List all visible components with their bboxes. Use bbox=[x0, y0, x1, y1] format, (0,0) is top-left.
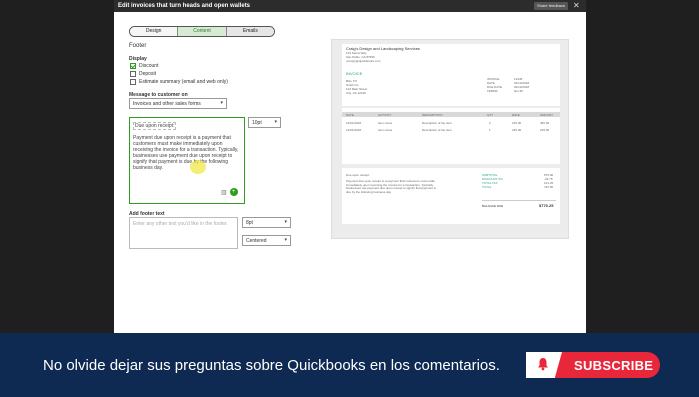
add-icon[interactable]: + bbox=[229, 188, 238, 196]
estimate-summary-checkbox[interactable] bbox=[130, 79, 136, 85]
discount-checkbox[interactable] bbox=[130, 63, 136, 69]
preview-cell: Item name bbox=[378, 128, 393, 132]
message-font-size-select[interactable]: 10pt ▾ bbox=[248, 117, 281, 128]
subscribe-button[interactable]: SUBSCRIBE bbox=[526, 352, 660, 378]
chevron-down-icon: ▾ bbox=[284, 219, 287, 225]
preview-footer-body: Payment due upon receipt is a payment th… bbox=[346, 179, 437, 194]
tab-bar: Design Content Emails bbox=[129, 26, 275, 37]
cursor-highlight bbox=[190, 160, 206, 174]
preview-cell: Description of the item bbox=[422, 128, 452, 132]
footer-font-size-select[interactable]: 8pt ▾ bbox=[242, 217, 291, 228]
preview-col-header: QTY bbox=[487, 113, 494, 117]
preview-cell: 1 bbox=[489, 128, 491, 132]
preview-cell: 225.00 bbox=[540, 128, 550, 132]
preview-meta-value: Net 30 bbox=[514, 89, 523, 93]
deposit-option[interactable]: Deposit bbox=[130, 71, 156, 77]
message-font-size-value: 10pt bbox=[252, 120, 262, 126]
discount-label: Discount bbox=[139, 63, 159, 69]
footer-alignment-select[interactable]: Centered ▾ bbox=[242, 235, 291, 246]
preview-cell: 12/01/2018 bbox=[346, 121, 362, 125]
tab-emails[interactable]: Emails bbox=[226, 27, 274, 36]
preview-footer-sheet bbox=[342, 168, 560, 224]
backdrop-left bbox=[0, 0, 114, 333]
deposit-label: Deposit bbox=[139, 71, 156, 77]
chevron-down-icon: ▾ bbox=[274, 119, 277, 125]
estimate-summary-label: Estimate summary (email and web only) bbox=[139, 79, 228, 85]
backdrop-right bbox=[586, 0, 699, 333]
banner-message: No olvide dejar sus preguntas sobre Quic… bbox=[43, 357, 500, 374]
close-icon[interactable]: ✕ bbox=[573, 1, 580, 10]
preview-header-sheet bbox=[342, 44, 560, 106]
preview-footer-title: Due upon receipt: bbox=[346, 173, 370, 177]
bell-icon bbox=[538, 358, 548, 371]
preview-col-header: AMOUNT bbox=[540, 113, 553, 117]
invoice-preview: Craig's Design and Landscaping Services … bbox=[331, 39, 569, 239]
footer-font-size-value: 8pt bbox=[246, 220, 253, 226]
tab-content[interactable]: Content bbox=[178, 27, 227, 36]
footer-alignment-value: Centered bbox=[246, 238, 267, 244]
preview-cell: 2 bbox=[489, 121, 491, 125]
subscribe-label: SUBSCRIBE bbox=[574, 358, 654, 373]
preview-table-header-bar bbox=[342, 112, 560, 117]
tab-design[interactable]: Design bbox=[130, 27, 179, 36]
message-form-select[interactable]: Invoices and other sales forms ▾ bbox=[129, 98, 227, 109]
preview-cell: Item name bbox=[378, 121, 393, 125]
preview-col-header: DESCRIPTION bbox=[422, 113, 443, 117]
preview-balance-label: BALANCE DUE bbox=[482, 204, 504, 208]
preview-total-value: 742.50 bbox=[544, 185, 554, 189]
message-form-value: Invoices and other sales forms bbox=[133, 101, 201, 107]
preview-col-header: RATE bbox=[512, 113, 520, 117]
screen: Edit invoices that turn heads and open w… bbox=[0, 0, 699, 397]
preview-bill-to-addr2: City, CA 12345 bbox=[346, 91, 366, 95]
preview-cell: 225.00 bbox=[512, 121, 522, 125]
section-title: Footer bbox=[129, 43, 147, 49]
share-feedback-button[interactable]: Share feedback bbox=[534, 2, 568, 10]
preview-company-email: noreply@quickbooks.com bbox=[346, 59, 381, 63]
chevron-down-icon: ▾ bbox=[284, 237, 287, 243]
preview-cell: 12/01/2018 bbox=[346, 128, 362, 132]
preview-col-header: ACTIVITY bbox=[378, 113, 392, 117]
message-title: Due upon receipt: bbox=[133, 122, 177, 130]
preview-meta-label: TERMS bbox=[487, 89, 498, 93]
deposit-checkbox[interactable] bbox=[130, 71, 136, 77]
discount-option[interactable]: Discount bbox=[130, 63, 158, 69]
display-label: Display bbox=[129, 56, 147, 62]
estimate-summary-option[interactable]: Estimate summary (email and web only) bbox=[130, 79, 228, 85]
preview-cell: 450.00 bbox=[540, 121, 550, 125]
preview-balance-value: $776.25 bbox=[539, 203, 554, 208]
preview-divider bbox=[482, 200, 556, 201]
preview-col-header: DATE bbox=[346, 113, 354, 117]
preview-cell: Description of the item bbox=[422, 121, 452, 125]
footer-text-placeholder: Enter any other text you'd like in the f… bbox=[133, 221, 228, 227]
footer-text-input[interactable]: Enter any other text you'd like in the f… bbox=[129, 217, 238, 249]
message-body: Payment due upon receipt is a payment th… bbox=[133, 135, 239, 171]
modal-title: Edit invoices that turn heads and open w… bbox=[114, 0, 586, 12]
trash-icon[interactable]: ▥ bbox=[221, 189, 227, 196]
preview-invoice-word: INVOICE bbox=[346, 71, 363, 76]
textarea-tools: ▥ + bbox=[221, 188, 238, 196]
preview-cell: 225.00 bbox=[512, 128, 522, 132]
chevron-down-icon: ▾ bbox=[220, 100, 223, 106]
preview-total-label: TOTAL bbox=[482, 185, 492, 189]
